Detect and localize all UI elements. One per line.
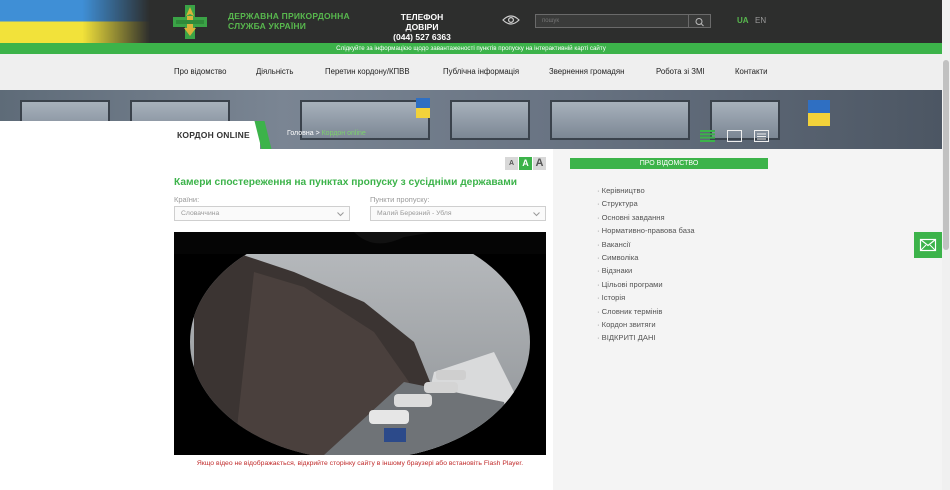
sidebar-item-history[interactable]: Історія xyxy=(597,291,695,304)
main-nav: Про відомство Діяльність Перетин кордону… xyxy=(0,54,942,90)
nav-item-activity[interactable]: Діяльність xyxy=(256,67,293,76)
sidebar-item-structure[interactable]: Структура xyxy=(597,197,695,210)
border-service-emblem-icon[interactable] xyxy=(172,4,208,40)
sidebar-item-main-tasks[interactable]: Основні завдання xyxy=(597,211,695,224)
sidebar-item-valor[interactable]: Кордон звитяги xyxy=(597,318,695,331)
font-size-large-button[interactable]: A xyxy=(533,157,546,170)
hotline-title: ТЕЛЕФОН ДОВІРИ xyxy=(400,12,444,32)
sidebar-item-glossary[interactable]: Словник термінів xyxy=(597,305,695,318)
country-label: Країни: xyxy=(174,195,200,204)
list-view-icon[interactable] xyxy=(700,130,715,142)
sidebar-item-open-data[interactable]: ВІДКРИТІ ДАНІ xyxy=(597,331,695,344)
section-title: КОРДОН ONLINE xyxy=(177,130,250,140)
sidebar-item-programs[interactable]: Цільові програми xyxy=(597,278,695,291)
country-select-value: Словаччина xyxy=(181,210,220,217)
search-button[interactable] xyxy=(688,15,710,27)
mail-icon xyxy=(919,238,937,252)
feedback-mail-button[interactable] xyxy=(914,232,942,258)
scrollbar-thumb[interactable] xyxy=(943,60,949,250)
nav-item-about[interactable]: Про відомство xyxy=(174,67,226,76)
sidebar-item-legal-base[interactable]: Нормативно-правова база xyxy=(597,224,695,237)
hotline-number[interactable]: (044) 527 6363 xyxy=(384,32,460,42)
nav-item-media[interactable]: Робота зі ЗМІ xyxy=(656,67,705,76)
font-size-medium-button[interactable]: A xyxy=(519,157,532,170)
chevron-down-icon xyxy=(533,212,540,217)
sidebar-item-symbols[interactable]: Символіка xyxy=(597,251,695,264)
sidebar-item-vacancies[interactable]: Вакансії xyxy=(597,238,695,251)
checkpoint-select-value: Малий Березний - Убля xyxy=(377,210,452,217)
notice-bar[interactable]: Слідкуйте за інформацією щодо завантажен… xyxy=(0,43,942,54)
hotline: ТЕЛЕФОН ДОВІРИ (044) 527 6363 xyxy=(384,12,460,42)
org-name[interactable]: ДЕРЖАВНА ПРИКОРДОННА СЛУЖБА УКРАЇНИ xyxy=(228,11,368,31)
sidebar-item-leadership[interactable]: Керівництво xyxy=(597,184,695,197)
checkpoint-select[interactable]: Малий Березний - Убля xyxy=(370,206,546,221)
search-box xyxy=(535,14,711,28)
grid-view-icon[interactable] xyxy=(754,130,769,142)
search-icon xyxy=(695,18,704,27)
camera-video-feed[interactable] xyxy=(174,232,546,455)
nav-item-public-info[interactable]: Публічна інформація xyxy=(443,67,519,76)
flash-player-note: Якщо відео не відображається, відкрийте … xyxy=(196,460,524,467)
sidebar-title: ПРО ВІДОМСТВО xyxy=(570,158,768,169)
lang-ua-link[interactable]: UA xyxy=(737,16,749,25)
nav-item-border-crossing[interactable]: Перетин кордону/КПВВ xyxy=(325,67,410,76)
breadcrumb: Головна > Кордон online xyxy=(287,130,366,137)
camera-frame-image xyxy=(174,232,546,455)
lang-en-link[interactable]: EN xyxy=(755,16,766,25)
top-header: ДЕРЖАВНА ПРИКОРДОННА СЛУЖБА УКРАЇНИ ТЕЛЕ… xyxy=(0,0,942,43)
nav-item-citizen-appeals[interactable]: Звернення громадян xyxy=(549,67,624,76)
breadcrumb-separator: > xyxy=(315,130,320,137)
sidebar-item-awards[interactable]: Відзнаки xyxy=(597,264,695,277)
sidebar-menu: Керівництво Структура Основні завдання Н… xyxy=(597,184,695,345)
search-input[interactable] xyxy=(536,15,688,27)
checkpoint-label: Пункти пропуску: xyxy=(370,195,430,204)
font-size-small-button[interactable]: A xyxy=(505,157,518,170)
eye-icon[interactable] xyxy=(502,14,520,26)
country-select[interactable]: Словаччина xyxy=(174,206,350,221)
chevron-down-icon xyxy=(337,212,344,217)
tile-view-icon[interactable] xyxy=(727,130,742,142)
ukraine-flag-graphic xyxy=(0,0,150,43)
nav-item-contacts[interactable]: Контакти xyxy=(735,67,767,76)
breadcrumb-home[interactable]: Головна xyxy=(287,130,314,137)
page-title: Камери спостереження на пунктах пропуску… xyxy=(174,177,518,188)
breadcrumb-current: Кордон online xyxy=(321,130,366,137)
